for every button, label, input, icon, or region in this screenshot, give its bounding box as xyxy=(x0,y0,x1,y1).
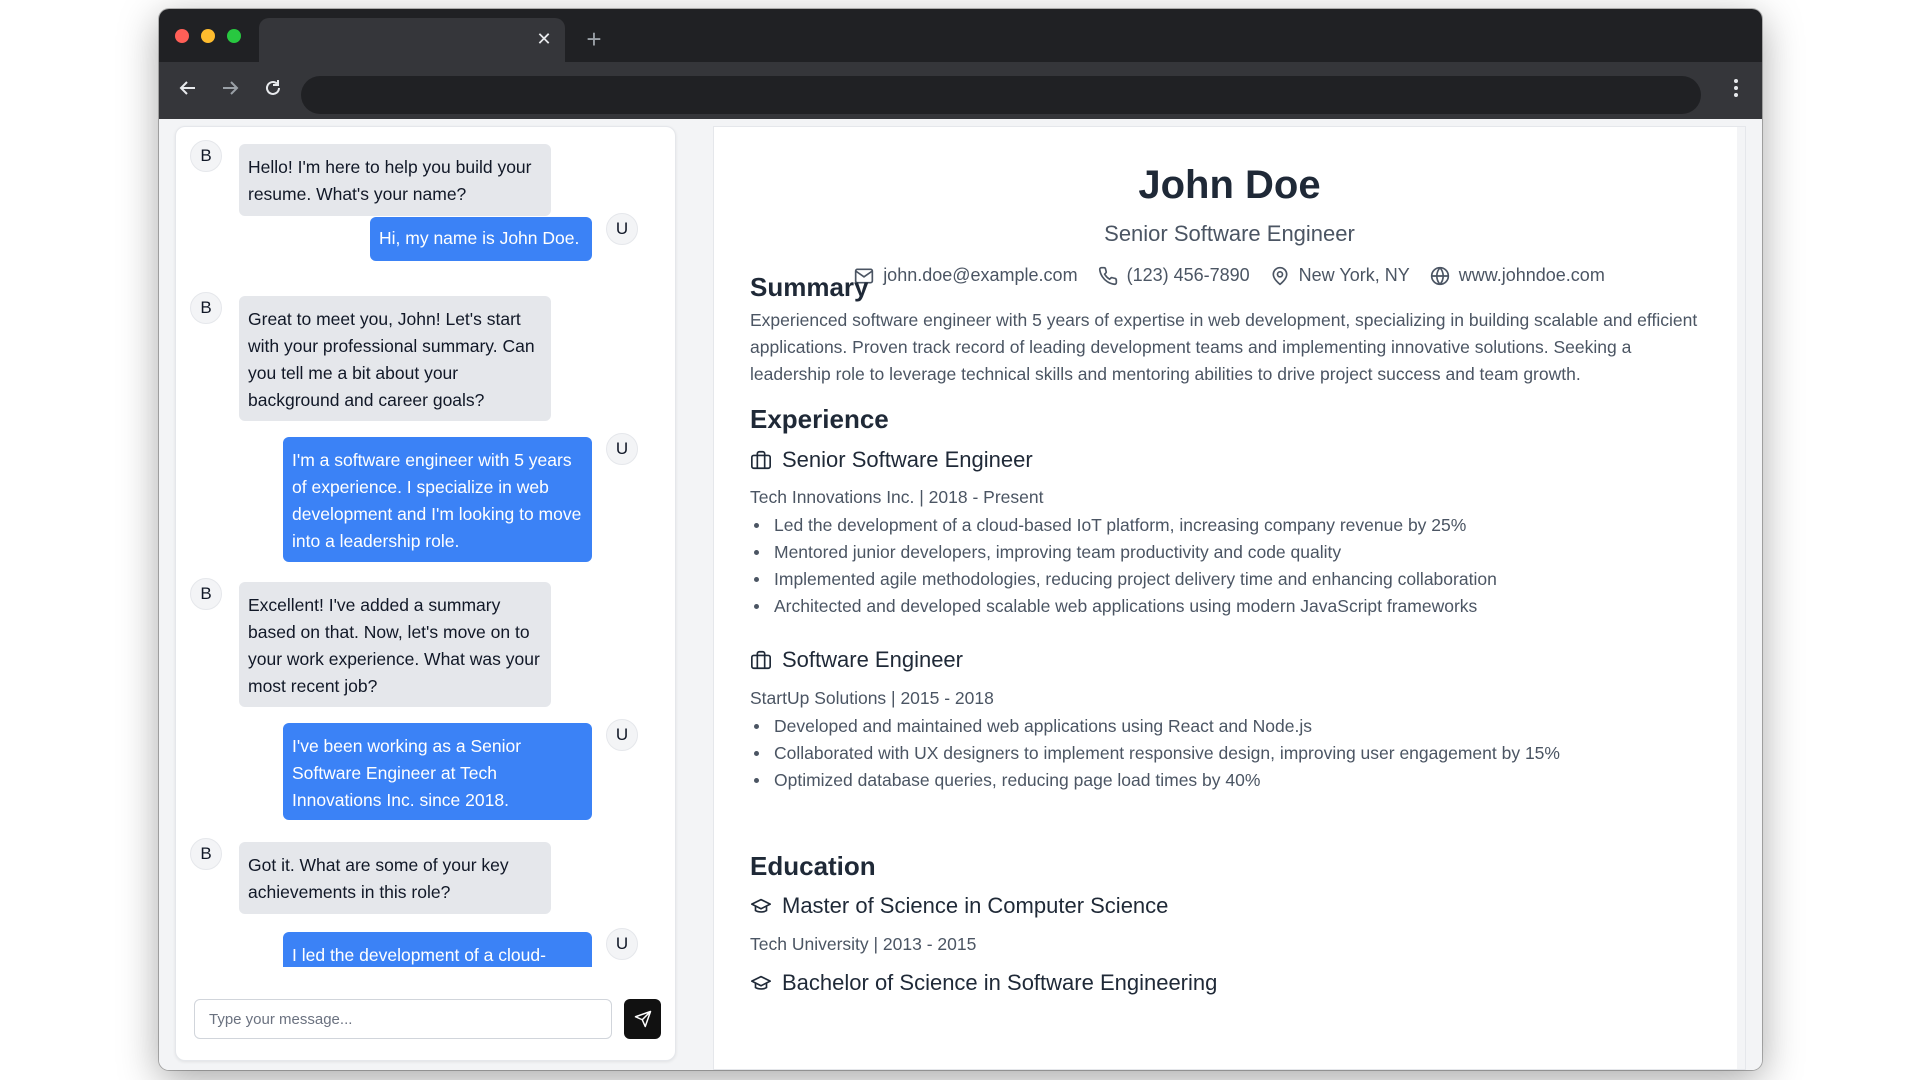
address-bar[interactable] xyxy=(301,76,1701,114)
user-avatar: U xyxy=(606,213,638,245)
browser-window: ✕ + B Hello! I'm here to help you build … xyxy=(159,9,1762,1070)
user-message: I led the development of a cloud- xyxy=(283,932,592,967)
globe-icon xyxy=(1430,266,1449,285)
message-input[interactable] xyxy=(194,999,612,1039)
browser-tab[interactable]: ✕ xyxy=(259,18,565,62)
bot-avatar: B xyxy=(190,838,222,870)
browser-menu-icon[interactable] xyxy=(1726,78,1746,104)
bullet-item: Optimized database queries, reducing pag… xyxy=(750,767,1730,794)
browser-toolbar xyxy=(159,62,1762,119)
user-message: I'm a software engineer with 5 years of … xyxy=(283,437,592,562)
contact-website: www.johndoe.com xyxy=(1430,265,1605,286)
phone-icon xyxy=(1098,266,1117,285)
job-bullets: Developed and maintained web application… xyxy=(750,713,1730,794)
new-tab-button[interactable]: + xyxy=(579,24,609,54)
job-meta: Tech Innovations Inc. | 2018 - Present xyxy=(750,487,1044,507)
minimize-window-button[interactable] xyxy=(201,29,215,43)
send-icon xyxy=(634,1010,651,1028)
resume-name: John Doe xyxy=(1138,163,1321,207)
reload-icon[interactable] xyxy=(260,78,286,104)
chat-messages[interactable]: B Hello! I'm here to help you build your… xyxy=(176,127,675,967)
summary-heading: Summary xyxy=(750,272,869,302)
resume-preview: John Doe Senior Software Engineer john.d… xyxy=(713,126,1746,1070)
graduation-cap-icon xyxy=(751,975,771,990)
bullet-item: Led the development of a cloud-based IoT… xyxy=(750,512,1730,539)
tab-close-icon[interactable]: ✕ xyxy=(533,28,555,50)
title-bar: ✕ + xyxy=(159,9,1762,62)
resume-scrollbar[interactable] xyxy=(1737,127,1745,1069)
back-arrow-icon[interactable] xyxy=(175,78,201,104)
summary-text: Experienced software engineer with 5 yea… xyxy=(750,310,1698,384)
job-bullets: Led the development of a cloud-based IoT… xyxy=(750,512,1730,620)
bot-message: Excellent! I've added a summary based on… xyxy=(239,582,551,707)
job-meta: StartUp Solutions | 2015 - 2018 xyxy=(750,688,994,708)
chat-panel: B Hello! I'm here to help you build your… xyxy=(175,126,676,1061)
bot-message: Hello! I'm here to help you build your r… xyxy=(239,144,551,216)
bullet-item: Implemented agile methodologies, reducin… xyxy=(750,566,1730,593)
chat-input-row xyxy=(194,999,661,1039)
bot-avatar: B xyxy=(190,578,222,610)
education-heading: Education xyxy=(750,851,876,881)
bullet-item: Mentored junior developers, improving te… xyxy=(750,539,1730,566)
user-message: Hi, my name is John Doe. xyxy=(370,217,592,261)
send-button[interactable] xyxy=(624,999,661,1039)
page-content: B Hello! I'm here to help you build your… xyxy=(159,119,1762,1070)
job-title-text: Senior Software Engineer xyxy=(782,447,1033,472)
degree-title: Master of Science in Computer Science xyxy=(750,893,1168,919)
contact-location: New York, NY xyxy=(1270,265,1410,286)
job-title: Software Engineer xyxy=(750,647,963,673)
phone-text: (123) 456-7890 xyxy=(1126,265,1250,285)
close-window-button[interactable] xyxy=(175,29,189,43)
job-title: Senior Software Engineer xyxy=(750,447,1033,473)
briefcase-icon xyxy=(751,450,771,470)
user-message: I've been working as a Senior Software E… xyxy=(283,723,592,820)
email-text: john.doe@example.com xyxy=(883,265,1078,285)
maximize-window-button[interactable] xyxy=(227,29,241,43)
degree-text: Master of Science in Computer Science xyxy=(782,893,1169,918)
user-avatar: U xyxy=(606,928,638,960)
contact-phone: (123) 456-7890 xyxy=(1098,265,1250,286)
bot-avatar: B xyxy=(190,140,222,172)
degree-title: Bachelor of Science in Software Engineer… xyxy=(750,970,1217,996)
briefcase-icon xyxy=(751,650,771,670)
bot-message: Great to meet you, John! Let's start wit… xyxy=(239,296,551,421)
experience-heading: Experience xyxy=(750,404,889,434)
graduation-cap-icon xyxy=(751,898,771,913)
location-text: New York, NY xyxy=(1298,265,1410,285)
website-text: www.johndoe.com xyxy=(1458,265,1605,285)
bot-avatar: B xyxy=(190,292,222,324)
resume-title: Senior Software Engineer xyxy=(1104,221,1355,246)
user-avatar: U xyxy=(606,719,638,751)
degree-meta: Tech University | 2013 - 2015 xyxy=(750,934,977,954)
degree-text: Bachelor of Science in Software Engineer… xyxy=(782,970,1218,995)
bullet-item: Architected and developed scalable web a… xyxy=(750,593,1730,620)
job-title-text: Software Engineer xyxy=(782,647,963,672)
bot-message: Got it. What are some of your key achiev… xyxy=(239,842,551,914)
bullet-item: Developed and maintained web application… xyxy=(750,713,1730,740)
map-pin-icon xyxy=(1272,266,1288,285)
contact-email: john.doe@example.com xyxy=(854,265,1078,286)
panel-divider[interactable] xyxy=(693,119,711,1070)
bullet-item: Collaborated with UX designers to implem… xyxy=(750,740,1730,767)
forward-arrow-icon[interactable] xyxy=(217,78,243,104)
user-avatar: U xyxy=(606,433,638,465)
